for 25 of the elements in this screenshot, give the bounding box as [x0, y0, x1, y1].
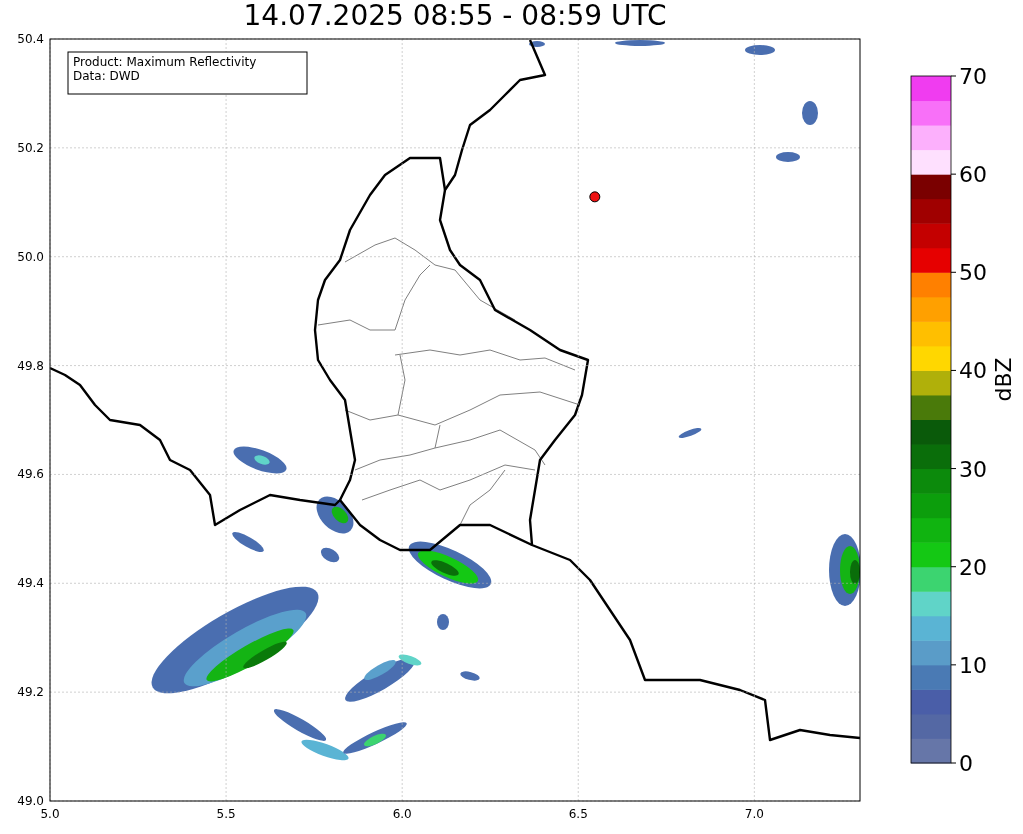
- axis-tick-label: 7.0: [744, 807, 764, 821]
- axis-tick-label: 50.4: [17, 32, 44, 46]
- axis-tick-label: 49.8: [17, 358, 44, 373]
- colorbar-tick-label: 70: [959, 64, 987, 89]
- axis-tick-label: 49.4: [17, 576, 44, 591]
- axis-tick-label: 5.0: [40, 807, 60, 821]
- axis-tick-label: 50.0: [17, 249, 44, 264]
- annotation-text: Product: Maximum Reflectivity: [73, 55, 257, 69]
- colorbar-tick-label: 40: [959, 358, 987, 384]
- colorbar-tick-label: 60: [959, 162, 987, 188]
- colorbar-tick-label: 30: [959, 456, 987, 482]
- axis-tick-label: 49.6: [17, 467, 44, 482]
- colorbar-tick-label: 20: [959, 554, 987, 580]
- colorbar-tick-label: 10: [959, 652, 987, 678]
- axis-tick-label: 49.2: [17, 685, 44, 700]
- axis-tick-label: 49.0: [17, 794, 44, 808]
- annotation-text: Data: DWD: [73, 69, 140, 83]
- colorbar-label: dBZ: [991, 357, 1016, 402]
- axis-tick-label: 5.5: [216, 807, 236, 821]
- axis-tick-label: 50.2: [17, 140, 44, 155]
- axis-tick-label: 6.5: [568, 807, 588, 821]
- colorbar-tick-label: 50: [959, 260, 987, 286]
- colorbar-tick-label: 0: [959, 751, 973, 776]
- chart-title: 14.07.2025 08:55 - 08:59 UTC: [242, 0, 668, 32]
- axis-tick-label: 6.0: [392, 807, 412, 821]
